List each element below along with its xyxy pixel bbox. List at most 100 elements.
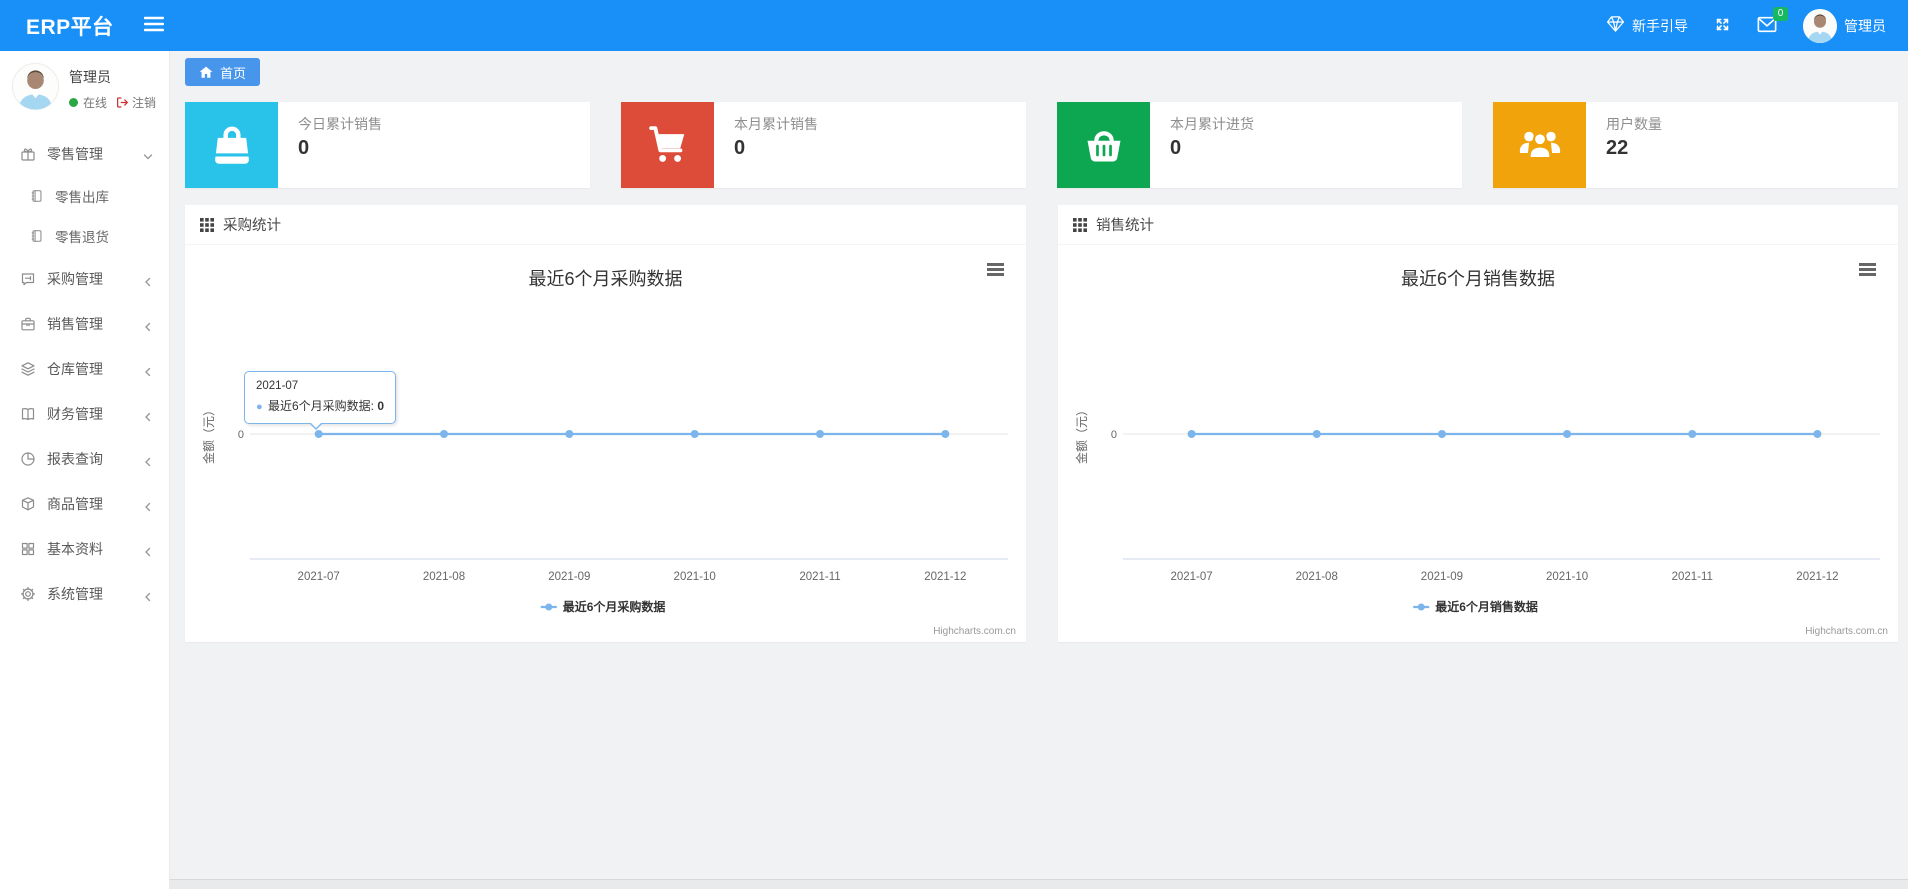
- chevron-left-icon: [143, 274, 153, 286]
- main-content: 首页 今日累计销售 0 本月累计销售 0 本月累计进货 0 用户数量 22 采购…: [170, 51, 1908, 889]
- app-logo: ERP平台: [26, 15, 114, 39]
- stat-label: 用户数量: [1606, 116, 1662, 132]
- chart-point: [1688, 430, 1697, 438]
- purchase-stats-panel: 采购统计 2021-07 ● 最近6个月采购数据: 0 最近6个月采购数据金额（…: [185, 205, 1026, 642]
- svg-text:金额（元）: 金额（元）: [201, 404, 216, 464]
- svg-text:2021-07: 2021-07: [1170, 571, 1212, 583]
- sidebar-item-label: 零售退货: [55, 230, 109, 245]
- purchase-chart: 最近6个月采购数据 金额（元） 0 2021-07 2021-08 2021-09 2021…: [185, 245, 1026, 641]
- sidebar-item-retail-return[interactable]: 零售退货: [0, 216, 169, 256]
- th-grid-icon: [1073, 217, 1087, 232]
- chat-icon: [20, 271, 36, 287]
- grid-icon: [20, 541, 36, 557]
- gift-icon: [20, 146, 36, 162]
- svg-text:最近6个月采购数据: 最近6个月采购数据: [528, 269, 682, 289]
- sales-chart: 最近6个月销售数据 金额（元） 0 2021-07 2021-08 2021-09 2021…: [1058, 245, 1898, 641]
- sidebar-item-label: 采购管理: [47, 270, 103, 287]
- svg-text:2021-07: 2021-07: [298, 571, 340, 583]
- panel-title: 销售统计: [1096, 218, 1154, 234]
- book-icon: [30, 189, 44, 203]
- sidebar-item-reports[interactable]: 报表查询: [0, 436, 169, 481]
- layers-icon: [20, 361, 36, 377]
- stat-cards-row: 今日累计销售 0 本月累计销售 0 本月累计进货 0 用户数量 22: [185, 102, 1898, 188]
- tooltip-series: ● 最近6个月采购数据: 0: [256, 399, 385, 413]
- sidebar-item-purchase[interactable]: 采购管理: [0, 256, 169, 301]
- chart-point: [1563, 430, 1572, 438]
- chart-point: [1813, 430, 1822, 438]
- gem-icon: [1606, 15, 1625, 36]
- pie-chart-icon: [20, 451, 36, 467]
- svg-text:Highcharts.com.cn: Highcharts.com.cn: [933, 626, 1016, 637]
- briefcase-icon: [20, 316, 36, 332]
- chevron-left-icon: [143, 544, 153, 556]
- chart-context-menu-button[interactable]: [987, 263, 1004, 276]
- sidebar-username: 管理员: [69, 69, 111, 85]
- svg-text:0: 0: [1111, 429, 1117, 441]
- sidebar-item-sales[interactable]: 销售管理: [0, 301, 169, 346]
- tab-home[interactable]: 首页: [185, 58, 261, 86]
- sidebar-item-retail[interactable]: 零售管理: [0, 131, 169, 176]
- stat-card-month-sales: 本月累计销售 0: [621, 102, 1026, 188]
- chart-context-menu-button[interactable]: [1859, 263, 1876, 276]
- svg-text:金额（元）: 金额（元）: [1074, 404, 1089, 464]
- sidebar-item-label: 财务管理: [47, 405, 103, 422]
- chart-point: [941, 430, 950, 438]
- sidebar-item-retail-outbound[interactable]: 零售出库: [0, 176, 169, 216]
- sidebar-toggle-button[interactable]: [143, 16, 164, 36]
- messages-button[interactable]: 0: [1757, 6, 1788, 36]
- sidebar-item-label: 零售管理: [47, 145, 103, 162]
- logout-label: 注销: [132, 96, 157, 110]
- sidebar-user-block: 管理员 在线 注销: [0, 51, 169, 129]
- svg-text:最近6个月销售数据: 最近6个月销售数据: [1401, 269, 1555, 289]
- svg-text:最近6个月销售数据: 最近6个月销售数据: [1435, 599, 1538, 614]
- svg-text:2021-12: 2021-12: [924, 571, 966, 583]
- stat-label: 今日累计销售: [298, 116, 382, 132]
- cart-icon: [621, 102, 714, 188]
- stat-card-today-sales: 今日累计销售 0: [185, 102, 590, 188]
- chart-point: [565, 430, 574, 438]
- guide-button[interactable]: 新手引导: [1606, 15, 1688, 36]
- stat-value: 0: [734, 137, 746, 159]
- panel-title: 采购统计: [223, 218, 281, 234]
- stat-card-month-purchase: 本月累计进货 0: [1057, 102, 1462, 188]
- sidebar-item-label: 系统管理: [47, 585, 103, 602]
- stat-value: 22: [1606, 137, 1629, 159]
- sidebar-item-label: 商品管理: [47, 495, 103, 512]
- home-icon: [199, 66, 213, 78]
- logout-icon: [117, 97, 128, 108]
- svg-text:2021-10: 2021-10: [1546, 571, 1588, 583]
- sidebar-item-basic-data[interactable]: 基本资料: [0, 526, 169, 571]
- stat-label: 本月累计销售: [734, 116, 818, 132]
- svg-text:2021-09: 2021-09: [548, 571, 590, 583]
- svg-text:0: 0: [238, 429, 244, 441]
- avatar: [12, 63, 59, 115]
- chevron-left-icon: [143, 364, 153, 376]
- chart-panels-row: 采购统计 2021-07 ● 最近6个月采购数据: 0 最近6个月采购数据金额（…: [185, 205, 1898, 642]
- sidebar-item-warehouse[interactable]: 仓库管理: [0, 346, 169, 391]
- line-chart-svg: 最近6个月采购数据金额（元） 02021-07 2021-08 2021-09 2021…: [201, 269, 1016, 637]
- user-menu[interactable]: 管理员: [1803, 8, 1886, 43]
- logout-button[interactable]: 注销: [116, 94, 156, 111]
- chevron-down-icon: [143, 149, 153, 159]
- chart-point: [440, 430, 448, 438]
- open-book-icon: [20, 406, 36, 422]
- svg-text:最近6个月采购数据: 最近6个月采购数据: [563, 599, 666, 614]
- chart-point: [816, 430, 824, 438]
- chart-point: [1312, 430, 1321, 438]
- sidebar-item-label: 销售管理: [47, 315, 103, 332]
- sidebar-menu: 零售管理 零售出库 零售退货 采购管理 销售管理 仓库管理 财务管理 报表查询 …: [0, 131, 169, 616]
- svg-text:2021-08: 2021-08: [423, 571, 465, 583]
- book-icon: [30, 229, 44, 243]
- chart-point: [690, 430, 699, 438]
- fullscreen-button[interactable]: [1714, 16, 1731, 36]
- svg-text:2021-10: 2021-10: [674, 571, 716, 583]
- sidebar-item-system[interactable]: 系统管理: [0, 571, 169, 616]
- svg-text:Highcharts.com.cn: Highcharts.com.cn: [1805, 626, 1888, 637]
- chart-point: [1437, 430, 1446, 438]
- sidebar-item-finance[interactable]: 财务管理: [0, 391, 169, 436]
- chevron-left-icon: [143, 454, 153, 466]
- basket-icon: [1057, 102, 1150, 188]
- sidebar-item-goods[interactable]: 商品管理: [0, 481, 169, 526]
- online-status-dot: [69, 98, 78, 107]
- svg-text:2021-12: 2021-12: [1796, 571, 1838, 583]
